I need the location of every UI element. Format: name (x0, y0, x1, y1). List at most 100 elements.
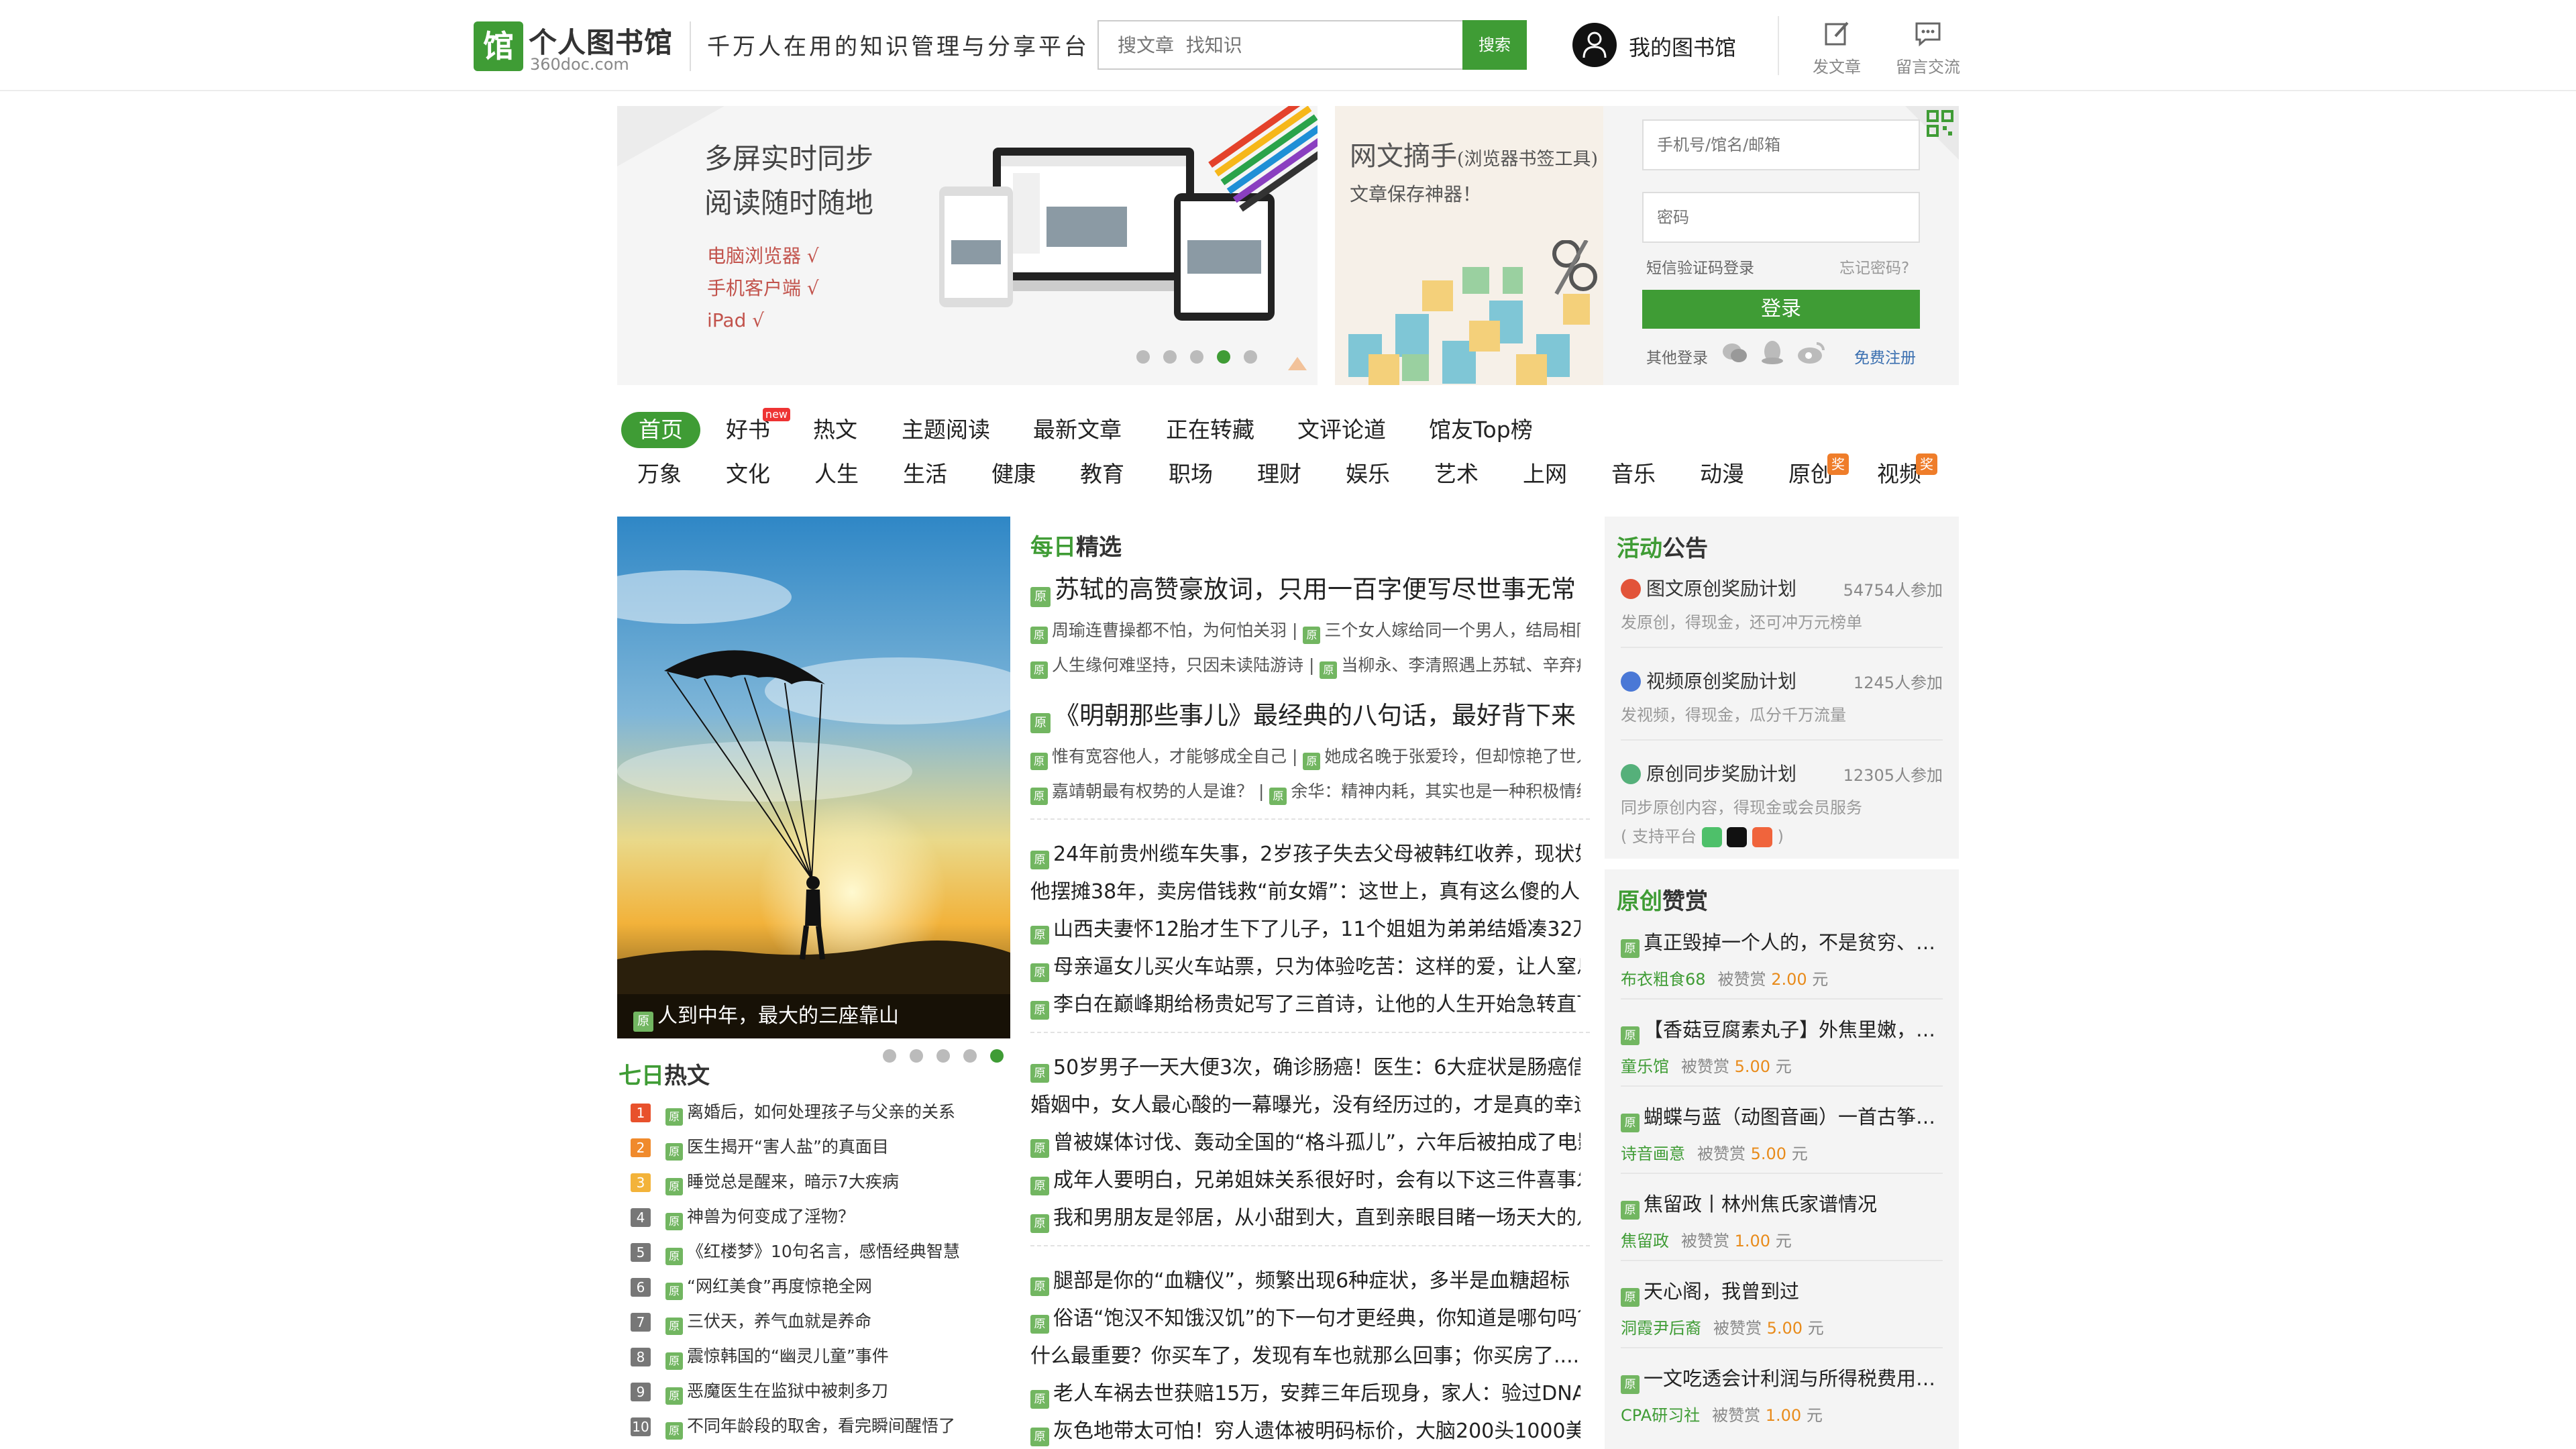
carousel-dot[interactable] (1163, 350, 1177, 364)
carousel-dot[interactable] (910, 1049, 923, 1063)
nav-category[interactable]: 上网 (1523, 456, 1567, 492)
news-item[interactable]: 原母亲逼女儿买火车站票，只为体验吃苦：这样的爱，让人窒息！ (1030, 950, 1580, 982)
carousel-dot-active[interactable] (990, 1049, 1004, 1063)
nav-category[interactable]: 理财 (1257, 456, 1301, 492)
wechat-icon[interactable] (1721, 341, 1748, 365)
nav-category[interactable]: 健康 (991, 456, 1036, 492)
nav-hot[interactable]: 热文 (813, 412, 857, 448)
reward-author[interactable]: 诗音画意 (1621, 1144, 1685, 1163)
user-avatar-icon[interactable] (1572, 23, 1617, 67)
activity-item[interactable]: 原创同步奖励计划 12305人参加 同步原创内容，得现金或会员服务 ( 支持平台… (1621, 761, 1943, 847)
nav-category[interactable]: 生活 (903, 456, 947, 492)
weibo-icon[interactable] (1796, 341, 1826, 365)
sub-link[interactable]: 她成名晚于张爱玲，但却惊艳了世人 (1324, 747, 1580, 766)
reward-item[interactable]: 原焦留政丨林州焦氏家谱情况 焦留政 被赞赏 1.00 元 (1621, 1189, 1943, 1251)
news-item[interactable]: 原我和男朋友是邻居，从小甜到大，直到亲眼目睹一场天大的八卦 (1030, 1201, 1580, 1233)
carousel-dot[interactable] (1244, 350, 1257, 364)
sub-link[interactable]: 三个女人嫁给同一个男人，结局相同 (1324, 621, 1580, 640)
hot7-item[interactable]: 3 原睡觉总是醒来，暗示7大疾病 (631, 1165, 1006, 1199)
nav-category[interactable]: 文化 (726, 456, 770, 492)
hot7-item[interactable]: 7 原三伏天，养气血就是养命 (631, 1304, 1006, 1339)
nav-original[interactable]: 原创奖 (1788, 453, 1849, 492)
featured-caption[interactable]: 原人到中年，最大的三座靠山 (617, 994, 1010, 1038)
headline[interactable]: 原《明朝那些事儿》最经典的八句话，最好背下来 (1030, 695, 1576, 733)
carousel-dot-active[interactable] (1217, 350, 1230, 364)
sub-link[interactable]: 当柳永、李清照遇上苏轼、辛弃疾 (1341, 655, 1580, 675)
nav-category[interactable]: 艺术 (1434, 456, 1479, 492)
my-library-link[interactable]: 我的图书馆 (1629, 31, 1736, 62)
qq-icon[interactable] (1760, 339, 1784, 365)
hot7-item[interactable]: 1 原离婚后，如何处理孩子与父亲的关系 (631, 1095, 1006, 1130)
nav-good-books[interactable]: 好书 new (726, 408, 790, 448)
hot7-item[interactable]: 6 原 “网红美食”再度惊艳全网 (631, 1269, 1006, 1304)
nav-trending[interactable]: 正在转藏 (1166, 412, 1254, 448)
featured-image[interactable]: 原人到中年，最大的三座靠山 (617, 517, 1010, 1038)
activity-item[interactable]: 视频原创奖励计划 1245人参加 发视频，得现金，瓜分千万流量 (1621, 668, 1943, 725)
headline[interactable]: 原苏轼的高赞豪放词，只用一百字便写尽世事无常 (1030, 569, 1576, 607)
reward-author[interactable]: 焦留政 (1621, 1232, 1669, 1250)
news-item[interactable]: 原 24年前贵州缆车失事，2岁孩子失去父母被韩红收养，现状如何 (1030, 837, 1580, 869)
reward-item[interactable]: 原一文吃透会计利润与所得税费用… CPA研习社 被赞赏 1.00 元 (1621, 1363, 1943, 1426)
news-item[interactable]: 原俗语“饱汉不知饿汉饥”的下一句才更经典，你知道是哪句吗？ (1030, 1301, 1580, 1334)
reward-item[interactable]: 原蝴蝶与蓝（动图音画）一首古筝曲… 诗音画意 被赞赏 5.00 元 (1621, 1102, 1943, 1164)
register-link[interactable]: 免费注册 (1854, 345, 1916, 368)
hot7-item[interactable]: 8 原震惊韩国的“幽灵儿童”事件 (631, 1339, 1006, 1374)
nav-home[interactable]: 首页 (621, 412, 700, 448)
carousel-dot[interactable] (963, 1049, 977, 1063)
hot7-item[interactable]: 2 原医生揭开“害人盐”的真面目 (631, 1130, 1006, 1165)
reward-author[interactable]: 洞霞尹后裔 (1621, 1319, 1701, 1338)
account-input[interactable] (1642, 119, 1920, 170)
sub-link[interactable]: 嘉靖朝最有权势的人是谁？ (1052, 782, 1253, 801)
nav-category[interactable]: 万象 (637, 456, 682, 492)
news-item[interactable]: 原腿部是你的“血糖仪”，频繁出现6种症状，多半是血糖超标 (1030, 1264, 1580, 1296)
carousel-dot[interactable] (1136, 350, 1150, 364)
carousel-dot[interactable] (883, 1049, 896, 1063)
nav-top-list[interactable]: 馆友Top榜 (1429, 412, 1533, 448)
nav-topic-reading[interactable]: 主题阅读 (902, 412, 990, 448)
sub-link[interactable]: 人生缘何难坚持，只因未读陆游诗 (1052, 655, 1303, 675)
message-button[interactable]: 留言交流 (1888, 19, 1968, 77)
news-item[interactable]: 婚姻中，女人最心酸的一幕曝光，没有经历过的，才是真的幸运 (1030, 1088, 1580, 1118)
reward-item[interactable]: 原【香菇豆腐素丸子】外焦里嫩，鲜香… 童乐馆被赞赏 5.00 元 (1621, 1014, 1943, 1077)
nav-category[interactable]: 职场 (1169, 456, 1213, 492)
forgot-password-link[interactable]: 忘记密码? (1839, 255, 1909, 278)
sub-link[interactable]: 惟有宽容他人，才能够成全自己 (1052, 747, 1287, 766)
carousel-dot[interactable] (936, 1049, 950, 1063)
sub-link[interactable]: 余华：精神内耗，其实也是一种积极情绪 (1291, 782, 1580, 801)
news-item[interactable]: 原灰色地带太可怕！穷人遗体被明码标价，大脑200头1000美元 (1030, 1414, 1580, 1446)
post-article-button[interactable]: 发文章 (1796, 19, 1877, 77)
reward-item[interactable]: 原真正毁掉一个人的，不是贫穷、平庸… 布衣粗食68 被赞赏 2.00 元 (1621, 927, 1943, 989)
nav-latest[interactable]: 最新文章 (1033, 412, 1122, 448)
password-input[interactable] (1642, 192, 1920, 243)
reward-author[interactable]: 布衣粗食68 (1621, 970, 1706, 989)
nav-video[interactable]: 视频奖 (1877, 453, 1937, 492)
sub-link[interactable]: 周瑜连曹操都不怕，为何怕关羽 (1052, 621, 1287, 640)
login-button[interactable]: 登录 (1642, 290, 1920, 329)
hot7-item[interactable]: 9 原恶魔医生在监狱中被刺多刀 (631, 1374, 1006, 1409)
activity-item[interactable]: 图文原创奖励计划 54754人参加 发原创，得现金，还可冲万元榜单 (1621, 576, 1943, 633)
news-item[interactable]: 原山西夫妻怀12胎才生下了儿子，11个姐姐为弟弟结婚凑32万元 (1030, 912, 1580, 945)
nav-category[interactable]: 音乐 (1611, 456, 1656, 492)
nav-category[interactable]: 人生 (814, 456, 859, 492)
carousel-dot[interactable] (1190, 350, 1203, 364)
reward-author[interactable]: CPA研习社 (1621, 1406, 1700, 1425)
nav-category[interactable]: 娱乐 (1346, 456, 1390, 492)
reward-author[interactable]: 童乐馆 (1621, 1057, 1669, 1076)
news-item[interactable]: 原 50岁男子一天大便3次，确诊肠癌！医生：6大症状是肠癌信号 (1030, 1051, 1580, 1083)
reward-item[interactable]: 原天心阁，我曾到过 洞霞尹后裔 被赞赏 5.00 元 (1621, 1276, 1943, 1338)
sms-login-link[interactable]: 短信验证码登录 (1646, 255, 1754, 278)
clipper-banner[interactable]: 网文摘手(浏览器书签工具) 文章保存神器！ (1335, 106, 1603, 385)
news-item[interactable]: 原李白在巅峰期给杨贵妃写了三首诗，让他的人生开始急转直下 (1030, 987, 1580, 1020)
search-input[interactable] (1099, 21, 1464, 68)
nav-reviews[interactable]: 文评论道 (1297, 412, 1386, 448)
nav-category[interactable]: 动漫 (1700, 456, 1744, 492)
news-item[interactable]: 原曾被媒体讨伐、轰动全国的“格斗孤儿”，六年后被拍成了电影 (1030, 1126, 1580, 1158)
news-item[interactable]: 他摆摊38年，卖房借钱救“前女婿”：这世上，真有这么傻的人 (1030, 875, 1580, 904)
news-item[interactable]: 原老人车祸去世获赔15万，安葬三年后现身，家人：验过DNA (1030, 1377, 1580, 1409)
news-item[interactable]: 原成年人要明白，兄弟姐妹关系很好时，会有以下这三件喜事发生 (1030, 1163, 1580, 1195)
hot7-item[interactable]: 10 原不同年龄段的取舍，看完瞬间醒悟了 (631, 1409, 1006, 1444)
news-item[interactable]: 什么最重要？你买车了，发现有车也就那么回事；你买房了.... (1030, 1339, 1580, 1368)
sync-banner[interactable]: 多屏实时同步 阅读随时随地 电脑浏览器 √ 手机客户端 √ iPad √ (617, 106, 1318, 385)
search-button[interactable]: 搜索 (1462, 20, 1527, 70)
site-logo[interactable]: 馆 个人图书馆 360doc.com (474, 20, 682, 74)
